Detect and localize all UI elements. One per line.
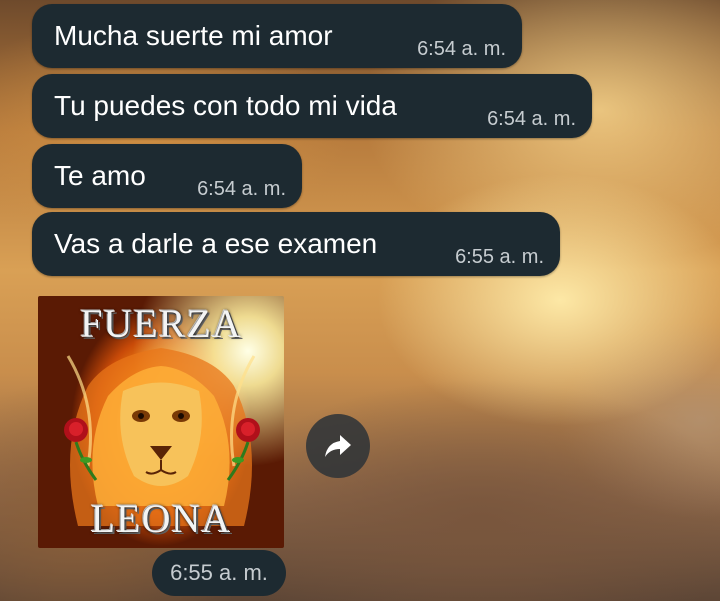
message-time: 6:54 a. m. bbox=[487, 108, 576, 130]
sticker-bottom-text: LEONA bbox=[90, 496, 232, 541]
message-text: Tu puedes con todo mi vida bbox=[54, 90, 397, 121]
message-text: Mucha suerte mi amor bbox=[54, 20, 333, 51]
forward-arrow-icon bbox=[325, 435, 351, 457]
rose-icon bbox=[226, 418, 260, 481]
message-time: 6:54 a. m. bbox=[197, 178, 286, 200]
message-time: 6:54 a. m. bbox=[417, 38, 506, 60]
sticker-top-text: FUERZA bbox=[80, 301, 242, 346]
message-time: 6:55 a. m. bbox=[455, 246, 544, 268]
rose-icon bbox=[64, 418, 98, 481]
message-bubble[interactable]: Te amo 6:54 a. m. bbox=[32, 144, 302, 208]
message-bubble[interactable]: Tu puedes con todo mi vida 6:54 a. m. bbox=[32, 74, 592, 138]
message-bubble[interactable]: Vas a darle a ese examen 6:55 a. m. bbox=[32, 212, 560, 276]
message-text: Vas a darle a ese examen bbox=[54, 228, 378, 259]
sticker-time: 6:55 a. m. bbox=[152, 550, 286, 596]
lioness-sticker-image[interactable]: FUERZA LEONA bbox=[38, 296, 284, 548]
forward-button[interactable] bbox=[306, 414, 370, 478]
message-text: Te amo bbox=[54, 160, 146, 191]
message-bubble[interactable]: Mucha suerte mi amor 6:54 a. m. bbox=[32, 4, 522, 68]
